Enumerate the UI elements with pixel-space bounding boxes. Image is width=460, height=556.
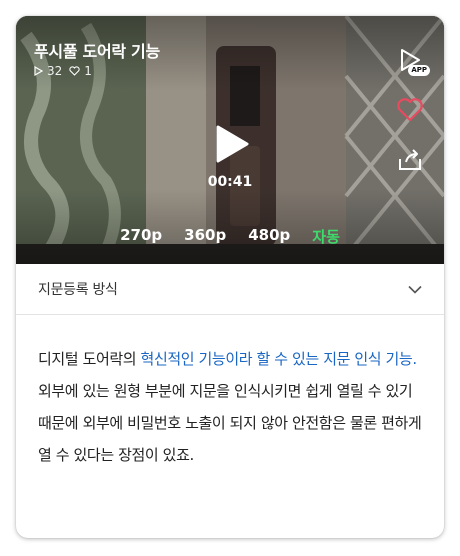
like-button[interactable] <box>394 94 426 126</box>
quality-selector: 270p 360p 480p 자동 <box>16 226 444 247</box>
description-prefix: 디지털 도어락의 <box>38 350 141 368</box>
quality-option-270p[interactable]: 270p <box>109 226 173 247</box>
quality-option-auto[interactable]: 자동 <box>301 226 351 247</box>
quality-option-360p[interactable]: 360p <box>173 226 237 247</box>
section-dropdown[interactable]: 지문등록 방식 <box>16 264 444 315</box>
share-icon <box>399 149 421 170</box>
video-stats: 32 1 <box>34 64 92 78</box>
description-highlight: 혁신적인 기능이라 할 수 있는 지문 인식 기능. <box>140 350 418 368</box>
video-title: 푸시풀 도어락 기능 <box>34 42 160 61</box>
video-player[interactable]: 푸시풀 도어락 기능 32 1 APP 00:41 270p 360p 480p <box>16 16 444 264</box>
view-count: 32 <box>47 64 63 78</box>
app-badge: APP <box>408 65 430 76</box>
description-body: 외부에 있는 원형 부분에 지문을 인식시키면 쉽게 열릴 수 있기 때문에 외… <box>38 382 422 464</box>
share-button[interactable] <box>394 144 426 176</box>
play-icon[interactable] <box>214 124 250 164</box>
video-card: 푸시풀 도어락 기능 32 1 APP 00:41 270p 360p 480p <box>16 16 444 538</box>
video-side-actions: APP <box>394 44 430 176</box>
description-text: 디지털 도어락의 혁신적인 기능이라 할 수 있는 지문 인식 기능. 외부에 있… <box>16 315 444 471</box>
quality-option-480p[interactable]: 480p <box>237 226 301 247</box>
like-count: 1 <box>84 64 92 78</box>
open-in-app-button[interactable]: APP <box>394 44 430 76</box>
play-count-icon <box>34 66 43 76</box>
section-title: 지문등록 방식 <box>38 282 118 298</box>
chevron-down-icon <box>408 285 422 294</box>
heart-icon <box>397 98 423 122</box>
video-duration: 00:41 <box>207 174 253 190</box>
like-count-icon <box>69 66 80 76</box>
